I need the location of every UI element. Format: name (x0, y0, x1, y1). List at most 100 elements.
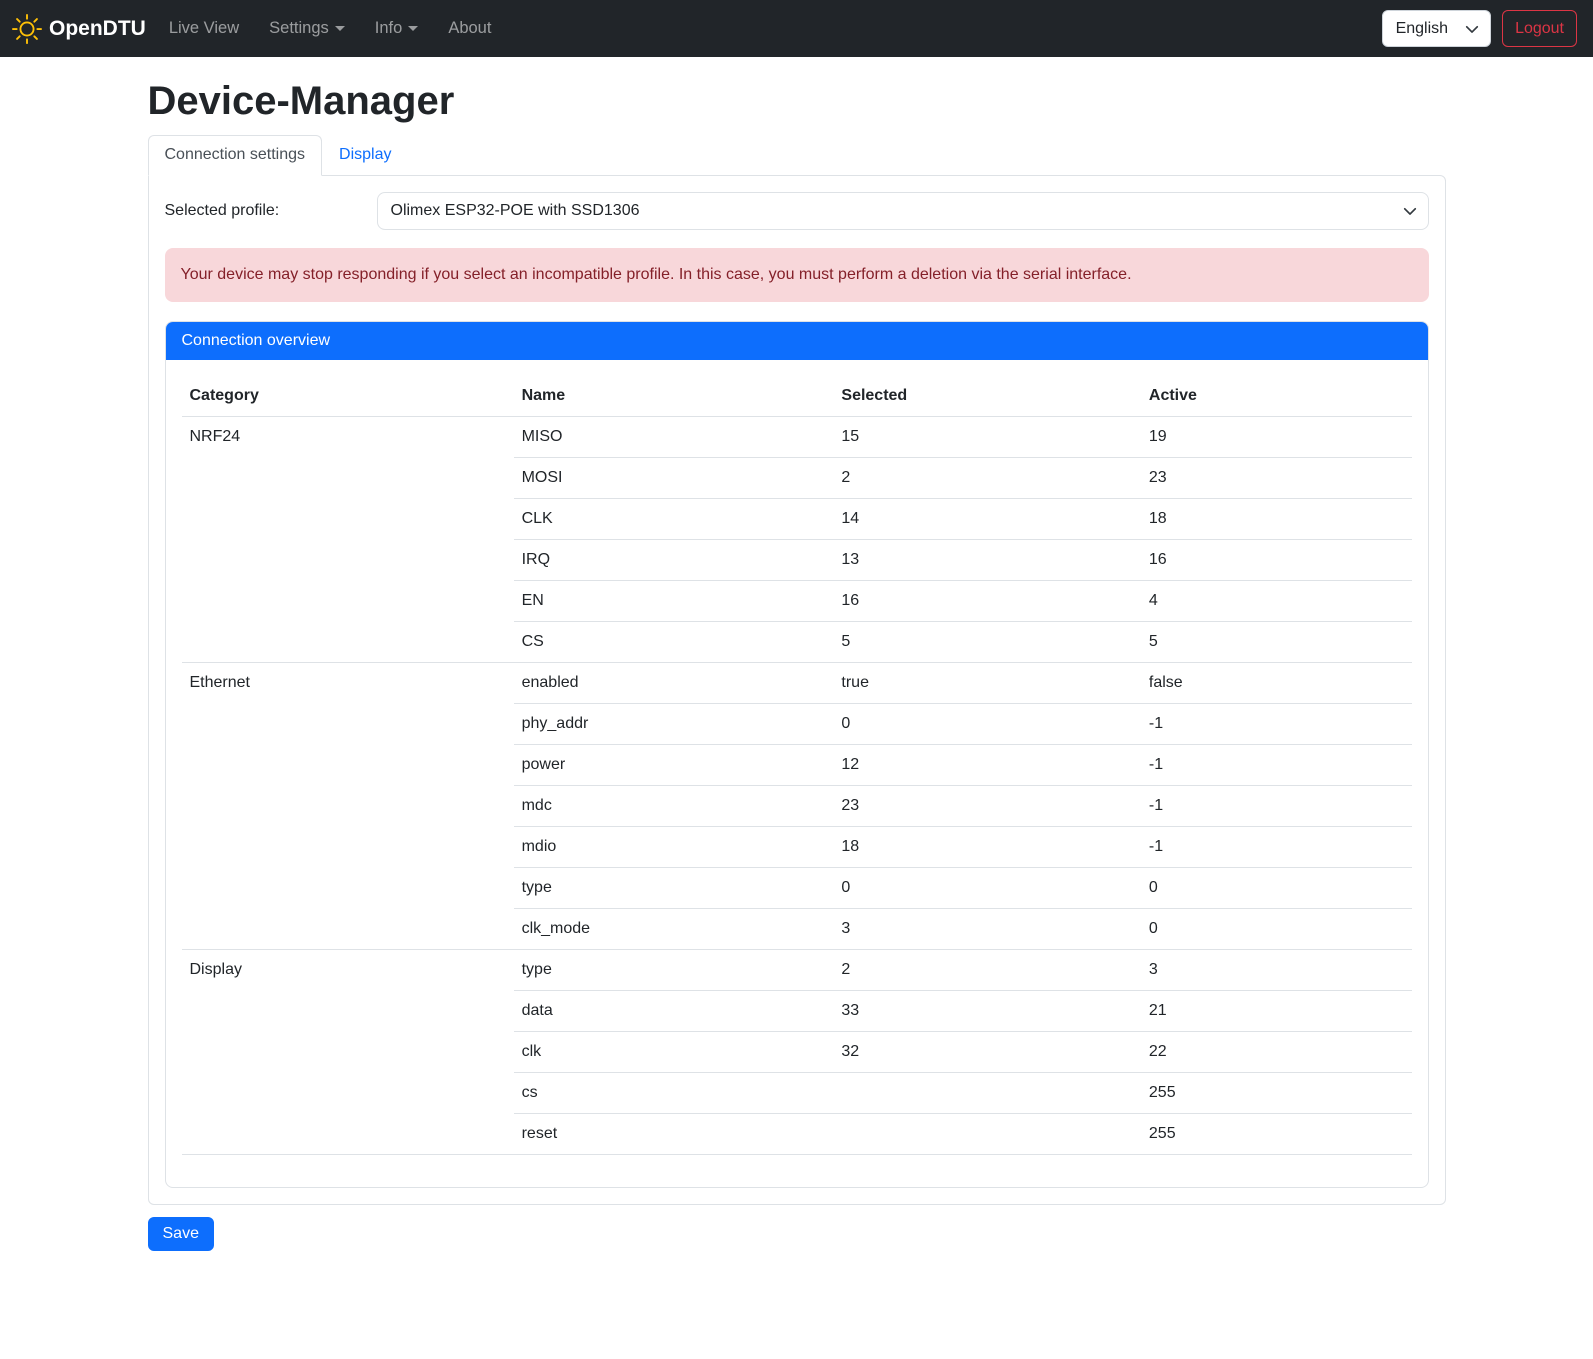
connection-overview-card: Connection overview Category Name Select… (165, 321, 1429, 1188)
name-cell: mdio (514, 826, 834, 867)
name-cell: data (514, 990, 834, 1031)
active-cell: 4 (1141, 580, 1412, 621)
tab-bar: Connection settings Display (148, 135, 1446, 175)
column-header-active: Active (1141, 376, 1412, 417)
tab-display[interactable]: Display (322, 135, 408, 175)
name-cell: CS (514, 621, 834, 662)
active-cell: 23 (1141, 457, 1412, 498)
profile-select[interactable]: Olimex ESP32-POE with SSD1306 (377, 192, 1429, 230)
active-cell: 255 (1141, 1113, 1412, 1154)
active-cell: 3 (1141, 949, 1412, 990)
table-row: Ethernetenabledtruefalse (182, 662, 1412, 703)
category-cell: Ethernet (182, 662, 514, 949)
active-cell: 18 (1141, 498, 1412, 539)
selected-cell: 32 (833, 1031, 1141, 1072)
nav-item-settings[interactable]: Settings (254, 11, 360, 46)
name-cell: type (514, 867, 834, 908)
active-cell: 21 (1141, 990, 1412, 1031)
category-cell: Display (182, 949, 514, 1154)
name-cell: IRQ (514, 539, 834, 580)
selected-cell: 18 (833, 826, 1141, 867)
nav-item-label: About (448, 19, 491, 37)
active-cell: -1 (1141, 744, 1412, 785)
active-cell: 255 (1141, 1072, 1412, 1113)
active-cell: 16 (1141, 539, 1412, 580)
selected-cell: 0 (833, 867, 1141, 908)
table-row: NRF24MISO1519 (182, 416, 1412, 457)
selected-cell: 16 (833, 580, 1141, 621)
save-button[interactable]: Save (148, 1217, 214, 1251)
selected-cell: 2 (833, 949, 1141, 990)
selected-cell: 2 (833, 457, 1141, 498)
selected-cell: 5 (833, 621, 1141, 662)
selected-cell (833, 1113, 1141, 1154)
active-cell: 0 (1141, 908, 1412, 949)
name-cell: mdc (514, 785, 834, 826)
active-cell: -1 (1141, 703, 1412, 744)
name-cell: power (514, 744, 834, 785)
profile-row: Selected profile: Olimex ESP32-POE with … (165, 192, 1429, 230)
active-cell: 22 (1141, 1031, 1412, 1072)
selected-cell: 14 (833, 498, 1141, 539)
active-cell: false (1141, 662, 1412, 703)
category-cell: NRF24 (182, 416, 514, 662)
language-select-value: English (1396, 20, 1448, 38)
connection-overview-header: Connection overview (166, 322, 1428, 360)
brand-label: OpenDTU (49, 17, 146, 41)
selected-cell: 12 (833, 744, 1141, 785)
selected-cell: 15 (833, 416, 1141, 457)
selected-cell: 33 (833, 990, 1141, 1031)
connection-settings-panel: Selected profile: Olimex ESP32-POE with … (148, 175, 1446, 1205)
chevron-down-icon (1403, 204, 1417, 218)
nav-item-label: Info (375, 19, 403, 37)
selected-profile-label: Selected profile: (165, 202, 377, 220)
name-cell: clk (514, 1031, 834, 1072)
caret-down-icon (335, 26, 345, 31)
name-cell: clk_mode (514, 908, 834, 949)
nav-item-live-view[interactable]: Live View (154, 11, 254, 46)
table-row: Displaytype23 (182, 949, 1412, 990)
profile-select-wrap: Olimex ESP32-POE with SSD1306 (377, 192, 1429, 230)
column-header-category: Category (182, 376, 514, 417)
selected-cell: true (833, 662, 1141, 703)
nav-links: Live View Settings Info About (154, 11, 507, 46)
active-cell: -1 (1141, 826, 1412, 867)
name-cell: MOSI (514, 457, 834, 498)
active-cell: 0 (1141, 867, 1412, 908)
name-cell: CLK (514, 498, 834, 539)
logout-button[interactable]: Logout (1502, 10, 1577, 47)
name-cell: reset (514, 1113, 834, 1154)
selected-cell (833, 1072, 1141, 1113)
selected-cell: 3 (833, 908, 1141, 949)
table-header-row: Category Name Selected Active (182, 376, 1412, 417)
page-title: Device-Manager (148, 77, 1446, 125)
name-cell: MISO (514, 416, 834, 457)
selected-cell: 23 (833, 785, 1141, 826)
name-cell: cs (514, 1072, 834, 1113)
nav-item-info[interactable]: Info (360, 11, 434, 46)
chevron-down-icon (1465, 22, 1479, 36)
active-cell: 19 (1141, 416, 1412, 457)
nav-item-label: Live View (169, 19, 239, 37)
top-navbar: OpenDTU Live View Settings Info About En… (0, 0, 1593, 57)
name-cell: enabled (514, 662, 834, 703)
name-cell: EN (514, 580, 834, 621)
active-cell: 5 (1141, 621, 1412, 662)
caret-down-icon (408, 26, 418, 31)
language-select-wrap: English (1382, 10, 1491, 47)
tab-connection-settings[interactable]: Connection settings (148, 135, 323, 176)
incompatible-profile-warning: Your device may stop responding if you s… (165, 248, 1429, 301)
column-header-selected: Selected (833, 376, 1141, 417)
sun-logo-icon (12, 14, 42, 44)
connection-overview-table: Category Name Selected Active NRF24MISO1… (182, 376, 1412, 1155)
selected-cell: 0 (833, 703, 1141, 744)
main-container: Device-Manager Connection settings Displ… (148, 77, 1446, 1251)
brand[interactable]: OpenDTU (12, 14, 146, 44)
connection-overview-body: Category Name Selected Active NRF24MISO1… (166, 360, 1428, 1187)
profile-select-value: Olimex ESP32-POE with SSD1306 (391, 202, 640, 220)
name-cell: type (514, 949, 834, 990)
active-cell: -1 (1141, 785, 1412, 826)
language-select[interactable]: English (1382, 10, 1491, 47)
nav-item-label: Settings (269, 19, 329, 37)
nav-item-about[interactable]: About (433, 11, 506, 46)
